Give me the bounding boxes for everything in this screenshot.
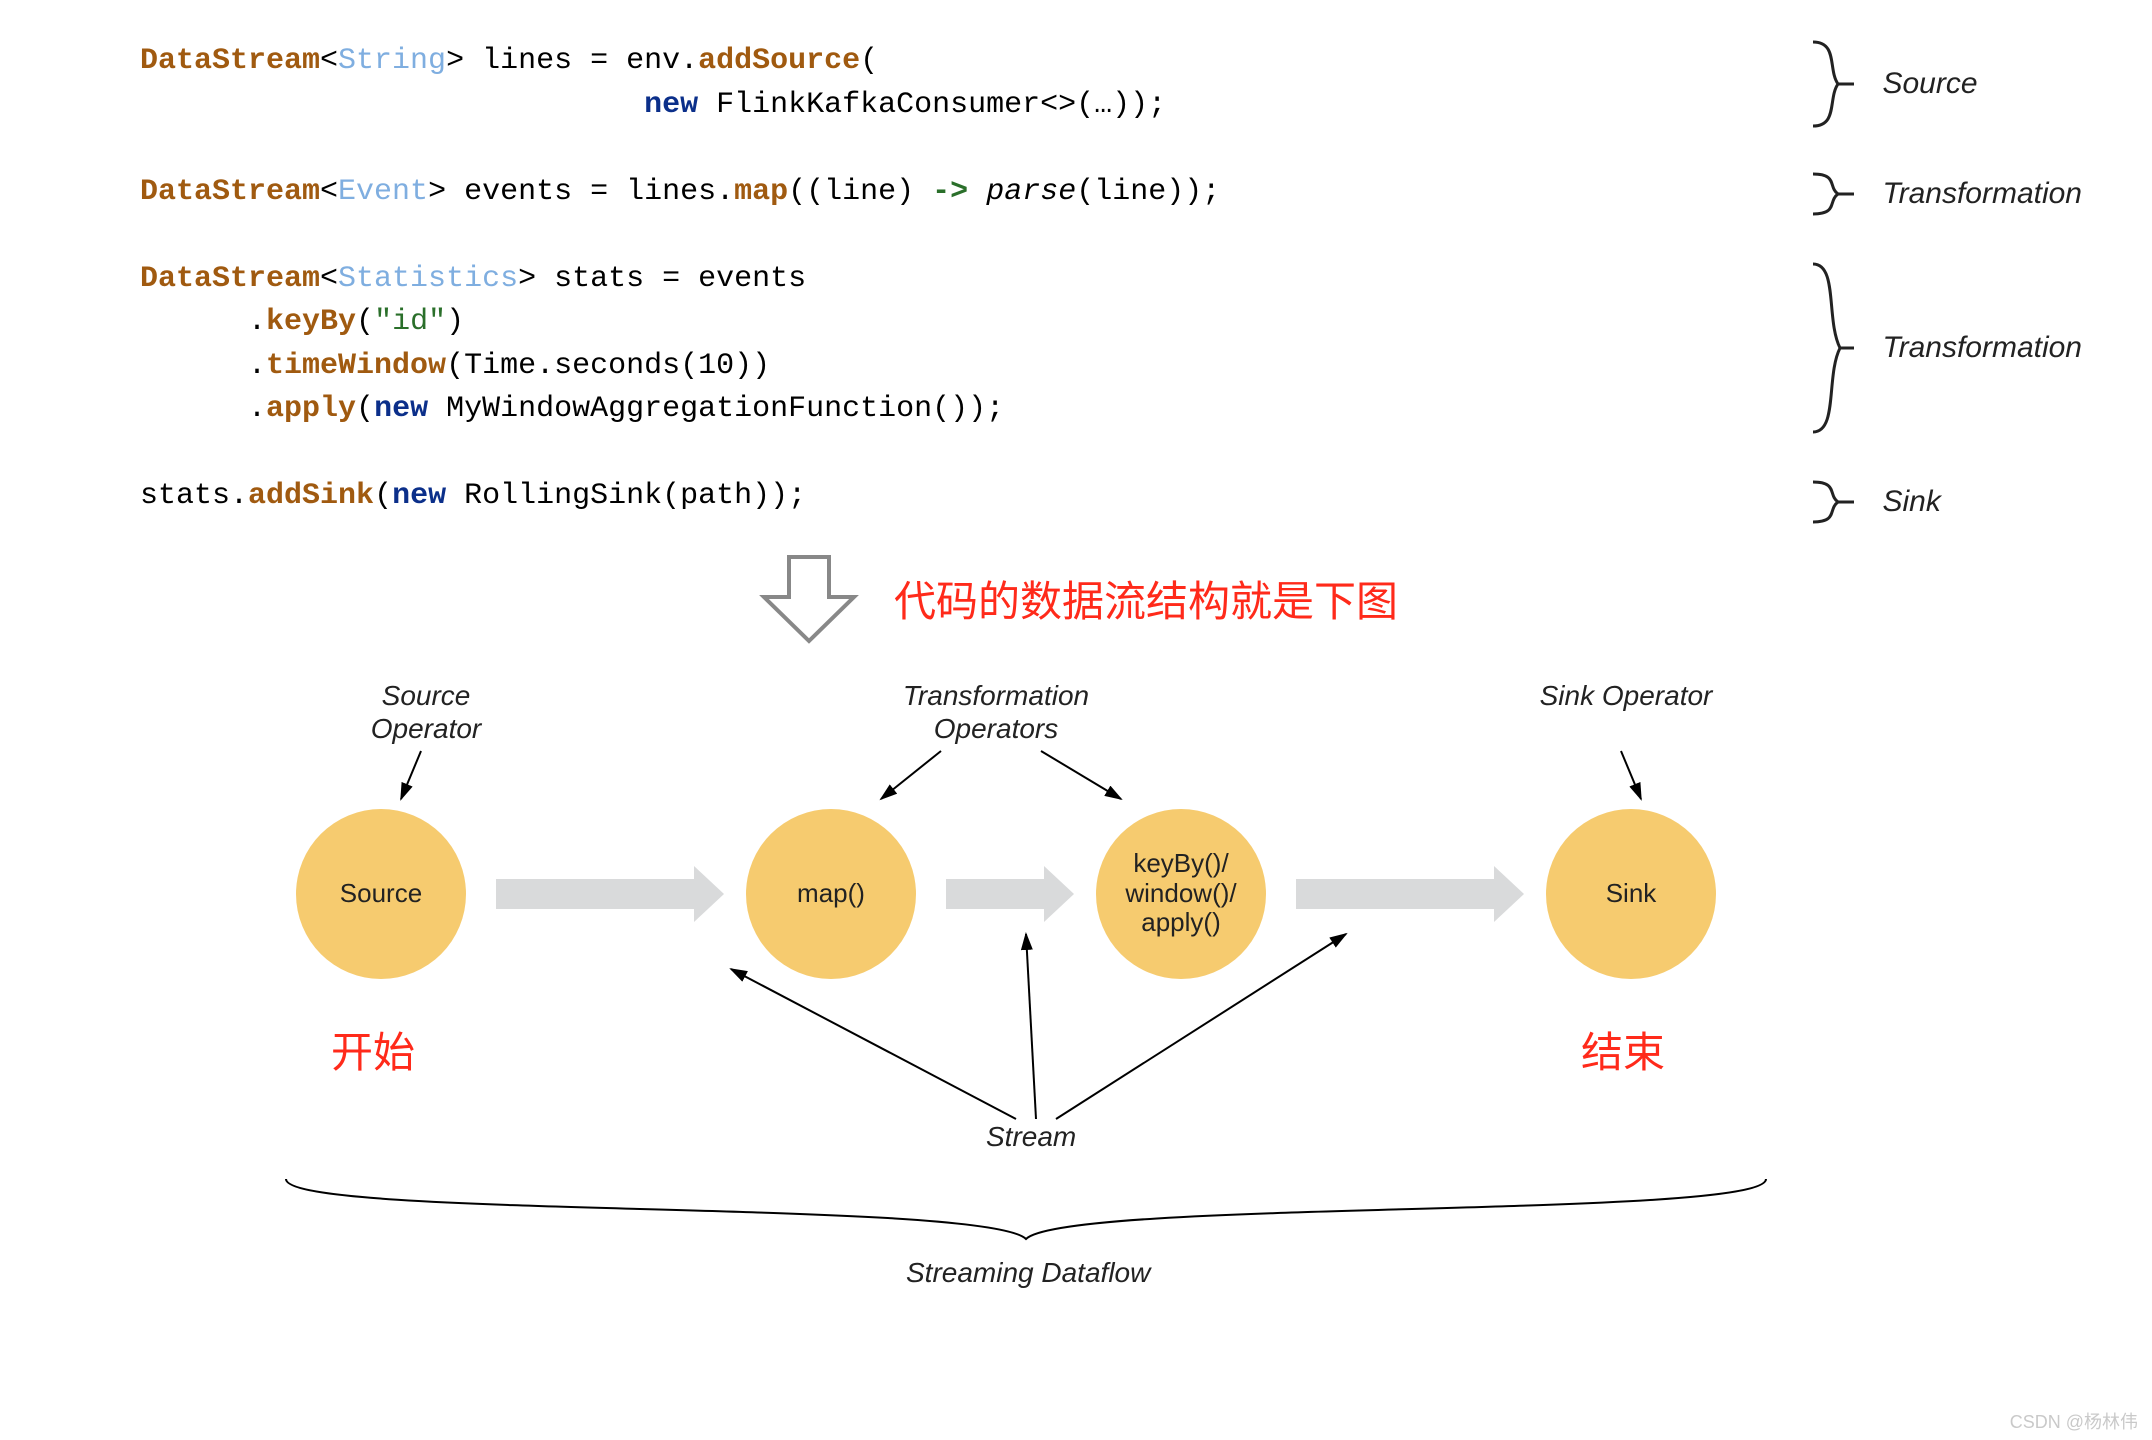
- brace-label-source: Source: [1882, 67, 1977, 101]
- brace-icon: [1808, 260, 1858, 436]
- type-string: String: [338, 44, 446, 78]
- down-arrow-icon: [754, 549, 864, 649]
- watermark: CSDN @杨林伟: [2010, 1408, 2138, 1434]
- end-label: 结束: [1581, 1019, 1665, 1080]
- brace-label-trans1: Transformation: [1882, 177, 2082, 211]
- brace-icon: [1808, 172, 1858, 216]
- flow-arrow-icon: [496, 879, 696, 909]
- new-kw: new: [644, 88, 698, 122]
- brace-label-sink: Sink: [1882, 485, 1940, 519]
- brace-icon: [1808, 480, 1858, 524]
- stream-label: Stream: [986, 1121, 1076, 1153]
- code-block-1: DataStream<String> lines = env.addSource…: [140, 40, 2072, 127]
- brace-column: Source Transformation Transformation Sin…: [1808, 40, 2082, 524]
- center-annotation: 代码的数据流结构就是下图: [894, 568, 1398, 629]
- flow-arrow-icon: [946, 879, 1046, 909]
- addSource-method: addSource: [698, 44, 860, 78]
- start-label: 开始: [331, 1019, 415, 1080]
- keyby-node: keyBy()/ window()/ apply(): [1096, 809, 1266, 979]
- diagram-arrows: [226, 679, 1926, 1319]
- streaming-dataflow-label: Streaming Dataflow: [906, 1257, 1150, 1289]
- code-block-2: DataStream<Event> events = lines.map((li…: [140, 171, 2072, 215]
- source-node: Source: [296, 809, 466, 979]
- flow-arrow-icon: [1296, 879, 1496, 909]
- brace-label-trans2: Transformation: [1882, 331, 2082, 365]
- brace-icon: [1808, 40, 1858, 128]
- dataflow-diagram: Source Operator Transformation Operators…: [226, 679, 1926, 1319]
- map-node: map(): [746, 809, 916, 979]
- annotation-row: 代码的数据流结构就是下图: [80, 549, 2072, 649]
- code-block-4: stats.addSink(new RollingSink(path));: [140, 475, 2072, 519]
- sink-node: Sink: [1546, 809, 1716, 979]
- code-block-3: DataStream<Statistics> stats = events .k…: [140, 258, 2072, 432]
- code-section: DataStream<String> lines = env.addSource…: [140, 40, 2072, 519]
- datastream-kw: DataStream: [140, 44, 320, 78]
